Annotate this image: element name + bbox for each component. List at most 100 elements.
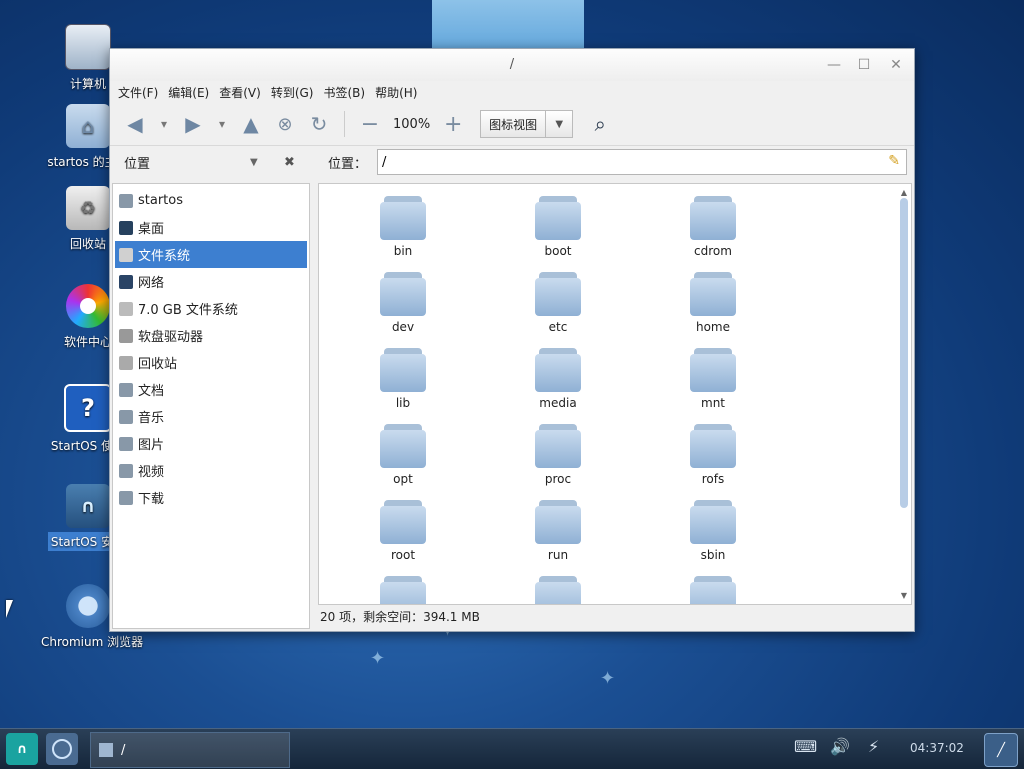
sidebar-item-music[interactable]: 音乐 <box>113 403 309 430</box>
trash-icon: ♻ <box>66 186 110 230</box>
location-input[interactable]: / ✎ <box>377 149 908 175</box>
sidebar-item-floppy[interactable]: 软盘驱动器 <box>113 322 309 349</box>
sidebar-item-label: 回收站 <box>138 357 178 372</box>
taskbar-window-label: / <box>121 742 126 758</box>
close-sidebar-icon[interactable]: ✖ <box>284 155 295 170</box>
sidebar-item-filesystem[interactable]: 文件系统 <box>115 241 307 268</box>
sidebar-item-documents[interactable]: 文档 <box>113 376 309 403</box>
chevron-down-icon[interactable]: ▼ <box>545 111 572 137</box>
desktop-icon <box>119 220 133 235</box>
folder-item[interactable]: bin <box>358 194 448 258</box>
sidebar-item-label: 软盘驱动器 <box>138 330 204 345</box>
sidebar-item-desktop[interactable]: 桌面 <box>113 214 309 241</box>
folder-item[interactable]: boot <box>513 194 603 258</box>
chevron-down-icon[interactable]: ▾ <box>210 109 234 139</box>
search-icon[interactable]: ⌕ <box>583 109 617 139</box>
chevron-down-icon[interactable]: ▾ <box>152 109 176 139</box>
folder-name: home <box>695 320 731 334</box>
menu-file[interactable]: 文件(F) <box>118 84 158 101</box>
sidebar-item-label: 视频 <box>138 465 165 480</box>
scroll-up-icon[interactable]: ▲ <box>899 188 909 197</box>
taskbar: ∩ / ⌨ 🔊 ⚡ 04:37:02 ╱ <box>0 728 1024 769</box>
sidebar-item-downloads[interactable]: 下载 <box>113 484 309 511</box>
chevron-down-icon[interactable]: ▼ <box>250 157 258 168</box>
scroll-down-icon[interactable]: ▼ <box>899 591 909 600</box>
desktop-icon-label: 软件中心 <box>63 335 112 349</box>
folder-item[interactable]: run <box>513 498 603 562</box>
network-plug-icon[interactable]: ⚡ <box>868 737 879 756</box>
folder-item[interactable]: sbin <box>668 498 758 562</box>
title-bar[interactable]: / — ☐ ✕ <box>110 49 914 81</box>
zoom-out-icon[interactable]: − <box>353 109 387 139</box>
sidebar-item-7gb-filesystem[interactable]: 7.0 GB 文件系统 <box>113 295 309 322</box>
folder-icon <box>690 270 736 316</box>
sidebar-item-pictures[interactable]: 图片 <box>113 430 309 457</box>
menu-edit[interactable]: 编辑(E) <box>168 84 209 101</box>
folder-icon <box>535 194 581 240</box>
folder-icon <box>690 498 736 544</box>
sidebar-item-network[interactable]: 网络 <box>113 268 309 295</box>
back-arrow-icon[interactable]: ◀ <box>118 109 152 139</box>
folder-item[interactable] <box>513 574 603 604</box>
stop-icon[interactable]: ⊗ <box>268 109 302 139</box>
folder-name: opt <box>393 472 413 486</box>
sidebar-item-label: 7.0 GB 文件系统 <box>138 303 238 318</box>
menu-bookmarks[interactable]: 书签(B) <box>323 84 365 101</box>
folder-item[interactable]: root <box>358 498 448 562</box>
chromium-launcher-icon[interactable] <box>46 733 78 765</box>
menu-go[interactable]: 转到(G) <box>271 84 314 101</box>
clear-broom-icon[interactable]: ✎ <box>888 153 900 169</box>
folder-icon <box>535 346 581 392</box>
folder-item[interactable] <box>358 574 448 604</box>
clock: 04:37:02 <box>910 741 964 755</box>
folder-name: cdrom <box>694 244 732 258</box>
sidebar-header[interactable]: 位置 ▼ ✖ <box>110 153 314 172</box>
home-folder-icon: ⌂ <box>66 104 110 148</box>
keyboard-icon[interactable]: ⌨ <box>794 737 817 756</box>
folder-item[interactable]: home <box>668 270 758 334</box>
view-mode-select[interactable]: 图标视图 ▼ <box>480 110 574 138</box>
folder-item[interactable]: lib <box>358 346 448 410</box>
menu-view[interactable]: 查看(V) <box>219 84 261 101</box>
folder-item[interactable] <box>668 574 758 604</box>
maximize-icon[interactable]: ☐ <box>856 57 872 73</box>
zoom-in-icon[interactable]: + <box>436 109 470 139</box>
start-menu-icon[interactable]: ∩ <box>6 733 38 765</box>
toolbar: ◀ ▾ ▶ ▾ ▲ ⊗ ↻ − 100% + 图标视图 ▼ ⌕ <box>110 103 914 146</box>
minimize-icon[interactable]: — <box>826 57 842 73</box>
status-bar: 20 项，剩余空间：394.1 MB <box>318 605 480 627</box>
folder-icon <box>119 382 133 397</box>
folder-icon <box>535 270 581 316</box>
folder-icon <box>380 422 426 468</box>
up-arrow-icon[interactable]: ▲ <box>234 109 268 139</box>
sidebar-item-startos[interactable]: startos <box>113 187 309 214</box>
show-desktop-icon[interactable]: ╱ <box>984 733 1018 767</box>
folder-item[interactable]: mnt <box>668 346 758 410</box>
close-icon[interactable]: ✕ <box>888 57 904 73</box>
chromium-icon <box>66 584 110 628</box>
volume-icon[interactable]: 🔊 <box>830 737 850 756</box>
folder-icon <box>380 346 426 392</box>
taskbar-window-button[interactable]: / <box>90 732 290 768</box>
folder-item[interactable]: proc <box>513 422 603 486</box>
folder-name: etc <box>548 320 568 334</box>
folder-icon <box>119 436 133 451</box>
folder-name: dev <box>391 320 415 334</box>
vertical-scrollbar[interactable]: ▲ ▼ <box>899 188 909 600</box>
forward-arrow-icon[interactable]: ▶ <box>176 109 210 139</box>
folder-icon <box>119 409 133 424</box>
menu-help[interactable]: 帮助(H) <box>375 84 417 101</box>
sidebar-item-videos[interactable]: 视频 <box>113 457 309 484</box>
folder-item[interactable]: media <box>513 346 603 410</box>
desktop-sparkle: ✦ <box>370 648 386 669</box>
folder-item[interactable]: opt <box>358 422 448 486</box>
refresh-icon[interactable]: ↻ <box>302 109 336 139</box>
sidebar-item-trash[interactable]: 回收站 <box>113 349 309 376</box>
folder-icon <box>690 346 736 392</box>
folder-name: boot <box>544 244 572 258</box>
scrollbar-thumb[interactable] <box>900 198 908 508</box>
folder-item[interactable]: cdrom <box>668 194 758 258</box>
folder-item[interactable]: rofs <box>668 422 758 486</box>
folder-item[interactable]: etc <box>513 270 603 334</box>
folder-item[interactable]: dev <box>358 270 448 334</box>
